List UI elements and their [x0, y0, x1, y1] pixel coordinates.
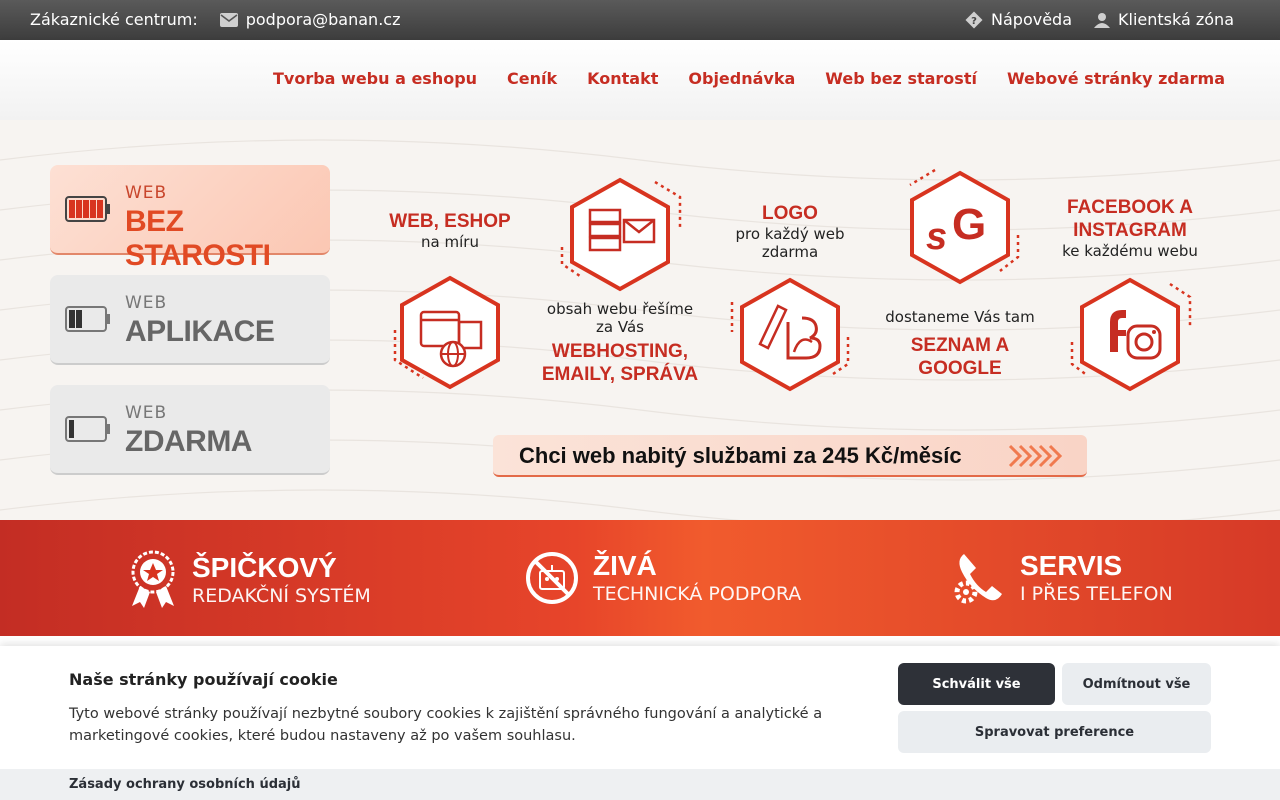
feature-cms: ŠPIČKOVÝ REDAKČNÍ SYSTÉM	[128, 550, 371, 610]
cookie-description: Tyto webové stránky používají nezbytné s…	[69, 706, 823, 744]
service-heading-2: GOOGLE	[918, 358, 1002, 379]
help-label: Nápověda	[991, 10, 1073, 29]
cookie-title: Naše stránky používají cookie	[69, 670, 338, 689]
battery-half-icon	[65, 306, 110, 332]
service-logo: LOGO pro každý web zdarma	[720, 202, 860, 261]
facebook-instagram-icon	[1070, 277, 1192, 392]
service-seo: dostaneme Vás tam SEZNAM A GOOGLE	[880, 308, 1040, 380]
tile-line1: WEB	[125, 403, 168, 423]
client-zone-link[interactable]: Klientská zóna	[1094, 10, 1234, 29]
svg-text:?: ?	[971, 16, 977, 27]
logo-design-icon	[730, 277, 850, 392]
customer-center-label: Zákaznické centrum:	[30, 10, 198, 29]
feature-sub: TECHNICKÁ PODPORA	[593, 583, 802, 605]
tile-line2: BEZ STAROSTI	[125, 205, 271, 272]
top-bar: Zákaznické centrum: podpora@banan.cz ? N…	[0, 0, 1280, 40]
svg-text:s: s	[926, 216, 947, 258]
service-sub: ke každému webu	[1062, 242, 1198, 260]
accept-all-button[interactable]: Schválit vše	[898, 663, 1055, 705]
support-email-link[interactable]: podpora@banan.cz	[219, 10, 401, 29]
service-sub-2: za Vás	[596, 318, 644, 336]
help-diamond-icon: ?	[965, 11, 983, 28]
server-mail-icon	[560, 177, 682, 292]
feature-title: SERVIS	[1020, 550, 1123, 581]
website-globe-icon	[393, 275, 500, 390]
no-bot-icon	[526, 552, 578, 604]
tile-line2: ZDARMA	[125, 425, 252, 458]
service-web-eshop: WEB, ESHOP na míru	[380, 210, 520, 251]
service-sub: na míru	[421, 233, 479, 251]
cta-label: Chci web nabitý službami za 245 Kč/měsíc	[519, 443, 962, 468]
tile-web-aplikace[interactable]: WEB APLIKACE	[50, 275, 330, 365]
service-hosting: obsah webu řešíme za Vás WEBHOSTING, EMA…	[540, 300, 700, 386]
hero-section: WEB BEZ STAROSTI WEB APLIKACE WEB ZDARMA…	[0, 120, 1280, 520]
tile-line1: WEB	[125, 293, 168, 313]
nav-item-tvorba[interactable]: Tvorba webu a eshopu	[273, 69, 477, 88]
service-sub-2: zdarma	[761, 243, 819, 261]
tile-line2: APLIKACE	[125, 315, 275, 348]
tile-line1: WEB	[125, 183, 168, 203]
client-zone-label: Klientská zóna	[1118, 10, 1234, 29]
nav-item-web-bez-starosti[interactable]: Web bez starostí	[825, 69, 977, 88]
feature-service: SERVIS I PŘES TELEFON	[950, 550, 1173, 606]
service-heading: LOGO	[762, 203, 818, 224]
tile-web-zdarma[interactable]: WEB ZDARMA	[50, 385, 330, 475]
tile-web-bez-starosti[interactable]: WEB BEZ STAROSTI	[50, 165, 330, 272]
service-heading-2: EMAILY, SPRÁVA	[541, 364, 699, 385]
service-social: FACEBOOK A INSTAGRAM ke každému webu	[1050, 196, 1210, 260]
nav-item-weby-zdarma[interactable]: Webové stránky zdarma	[1007, 69, 1225, 88]
envelope-icon	[219, 12, 238, 27]
service-sub-1: obsah webu řešíme	[546, 300, 694, 318]
feature-sub: REDAKČNÍ SYSTÉM	[192, 585, 371, 607]
cta-button[interactable]: Chci web nabitý službami za 245 Kč/měsíc	[493, 435, 1087, 477]
cookie-banner: Naše stránky používají cookie Tyto webov…	[0, 646, 1280, 769]
nav-item-objednavka[interactable]: Objednávka	[688, 69, 795, 88]
cookie-footer: Zásady ochrany osobních údajů	[0, 769, 1280, 800]
service-sub-1: pro každý web	[735, 225, 845, 243]
main-navigation: Tvorba webu a eshopu Ceník Kontakt Objed…	[0, 40, 1280, 120]
help-link[interactable]: ? Nápověda	[965, 10, 1072, 29]
user-icon	[1094, 12, 1111, 28]
feature-support: ŽIVÁ TECHNICKÁ PODPORA	[525, 550, 801, 606]
service-heading: WEB, ESHOP	[389, 211, 511, 232]
features-band: ŠPIČKOVÝ REDAKČNÍ SYSTÉM ŽIVÁ TECHNICKÁ …	[0, 520, 1280, 636]
feature-title: ŽIVÁ	[593, 550, 657, 581]
support-email: podpora@banan.cz	[245, 10, 401, 29]
nav-item-kontakt[interactable]: Kontakt	[587, 69, 658, 88]
service-heading-1: SEZNAM A	[910, 335, 1010, 356]
reject-all-button[interactable]: Odmítnout vše	[1062, 663, 1211, 705]
manage-preferences-button[interactable]: Spravovat preference	[898, 711, 1211, 753]
privacy-policy-link[interactable]: Zásady ochrany osobních údajů	[69, 777, 301, 792]
seznam-google-icon: s G	[909, 168, 1020, 285]
service-heading-2: INSTAGRAM	[1073, 220, 1187, 241]
battery-full-icon	[65, 196, 110, 222]
service-sub: dostaneme Vás tam	[885, 308, 1035, 326]
service-heading-1: WEBHOSTING,	[551, 341, 689, 362]
feature-sub: I PŘES TELEFON	[1020, 583, 1173, 605]
phone-gear-icon	[954, 554, 1002, 604]
nav-item-cenik[interactable]: Ceník	[507, 69, 557, 88]
award-badge-icon	[131, 550, 175, 608]
feature-title: ŠPIČKOVÝ	[192, 552, 337, 583]
top-links: ? Nápověda Klientská zóna	[943, 10, 1234, 29]
svg-text:G: G	[952, 200, 986, 249]
battery-low-icon	[65, 416, 110, 442]
customer-center: Zákaznické centrum: podpora@banan.cz	[30, 10, 400, 29]
chevrons-right-icon	[1008, 444, 1063, 468]
service-heading-1: FACEBOOK A	[1067, 197, 1193, 218]
